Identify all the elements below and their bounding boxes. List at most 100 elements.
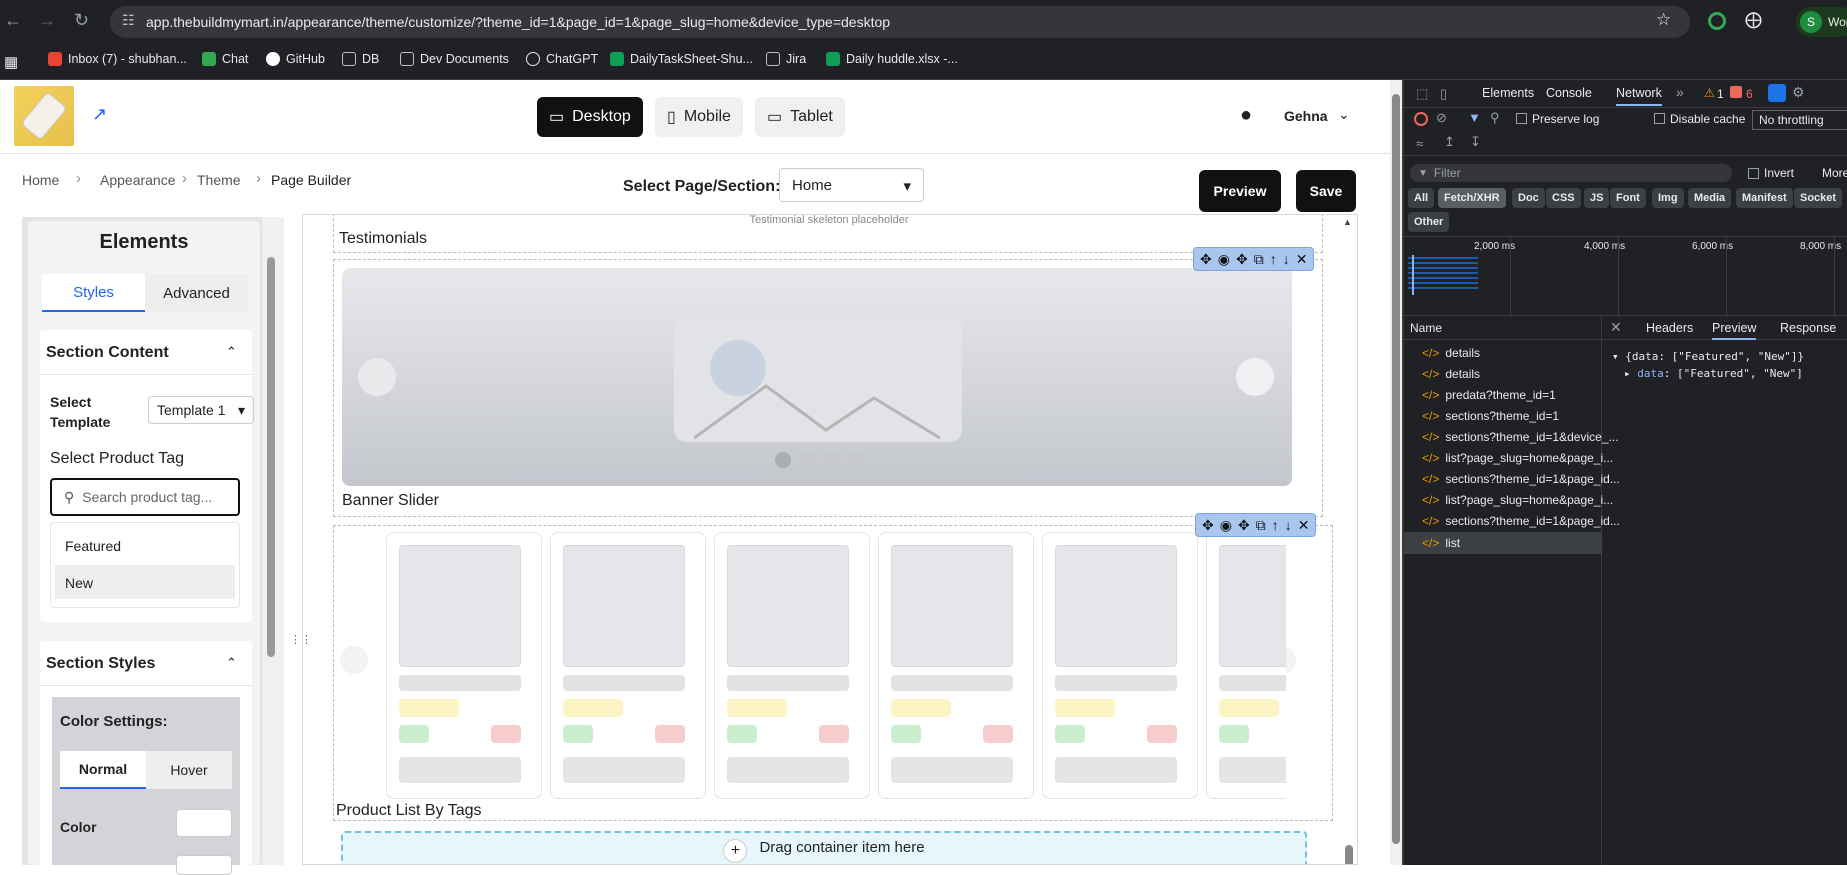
section-styles-heading[interactable]: Section Styles: [46, 655, 155, 673]
copy-icon[interactable]: ⧉: [1256, 517, 1266, 534]
save-button[interactable]: Save: [1296, 170, 1356, 212]
template-select[interactable]: Template 1 ▾: [148, 396, 254, 424]
drag-icon[interactable]: ✥: [1238, 517, 1250, 534]
filter-icon[interactable]: ▼: [1468, 110, 1481, 125]
user-name[interactable]: Gehna: [1284, 108, 1328, 124]
filter-css[interactable]: CSS: [1546, 188, 1581, 208]
network-filter-input[interactable]: ▼ Filter: [1410, 164, 1732, 182]
device-toolbar-icon[interactable]: ▯: [1440, 86, 1447, 102]
slider-dot[interactable]: [775, 452, 791, 468]
drop-zone[interactable]: + Drag container item here: [341, 831, 1307, 864]
request-row[interactable]: </> sections?theme_id=1: [1422, 409, 1559, 423]
search-icon[interactable]: ⚲: [1490, 110, 1500, 126]
network-timeline[interactable]: 2,000 ms 4,000 ms 6,000 ms 8,000 ms: [1404, 236, 1847, 317]
request-row[interactable]: </> details: [1422, 346, 1480, 360]
reload-icon[interactable]: ↻: [74, 10, 89, 31]
throttling-select[interactable]: No throttling: [1752, 110, 1847, 130]
preserve-log-checkbox[interactable]: [1516, 113, 1527, 124]
filter-fetch-xhr[interactable]: Fetch/XHR: [1438, 188, 1506, 208]
move-icon[interactable]: ✥: [1200, 251, 1212, 268]
tab-styles[interactable]: Styles: [42, 274, 145, 312]
eye-icon[interactable]: ◉: [1218, 251, 1230, 268]
request-row[interactable]: </> details: [1422, 367, 1480, 381]
back-icon[interactable]: ←: [4, 10, 22, 31]
user-icon[interactable]: ●: [1240, 104, 1252, 127]
tab-advanced[interactable]: Advanced: [145, 274, 248, 312]
import-har-icon[interactable]: ↥: [1444, 134, 1455, 150]
copy-icon[interactable]: ⧉: [1254, 251, 1264, 268]
json-preview-data[interactable]: ▸ data: ["Featured", "New"]: [1624, 367, 1803, 380]
bookmark-github[interactable]: GitHub: [266, 52, 325, 66]
preview-button[interactable]: Preview: [1199, 170, 1281, 212]
request-row[interactable]: </> predata?theme_id=1: [1422, 388, 1556, 402]
tag-option-featured[interactable]: Featured: [55, 530, 235, 560]
request-row-selected[interactable]: </> list: [1404, 532, 1602, 554]
warning-icon[interactable]: ⚠: [1704, 86, 1715, 100]
inspect-icon[interactable]: ⬚: [1416, 86, 1428, 102]
mobile-device-button[interactable]: ▯ Mobile: [655, 97, 743, 137]
forward-icon[interactable]: →: [38, 10, 56, 31]
bookmark-star-icon[interactable]: ☆: [1656, 10, 1671, 30]
filter-other[interactable]: Other: [1408, 212, 1450, 232]
store-logo[interactable]: [14, 86, 74, 146]
scrollbar-thumb[interactable]: [1345, 845, 1353, 864]
site-settings-icon[interactable]: ☷: [122, 12, 135, 29]
slider-dot[interactable]: [847, 452, 863, 468]
issues-icon[interactable]: [1768, 84, 1786, 102]
disable-cache-checkbox[interactable]: [1654, 113, 1665, 124]
bookmark-daily-huddle[interactable]: Daily huddle.xlsx -...: [826, 52, 958, 66]
plus-icon[interactable]: +: [723, 839, 748, 863]
list-prev-button[interactable]: [340, 646, 368, 674]
settings-gear-icon[interactable]: ⚙: [1792, 84, 1805, 101]
breadcrumb-theme[interactable]: Theme: [197, 172, 241, 188]
slider-dot[interactable]: [823, 452, 839, 468]
filter-media[interactable]: Media: [1688, 188, 1732, 208]
product-list-section[interactable]: Product List By Tags: [333, 525, 1333, 821]
move-icon[interactable]: ✥: [1202, 517, 1214, 534]
slider-dot[interactable]: [799, 452, 815, 468]
banner-slider-section[interactable]: Banner Slider: [333, 259, 1323, 517]
request-row[interactable]: </> list?page_slug=home&page_i...: [1422, 451, 1613, 465]
tab-normal[interactable]: Normal: [60, 751, 146, 789]
request-row[interactable]: </> list?page_slug=home&page_i...: [1422, 493, 1613, 507]
tablet-device-button[interactable]: ▭ Tablet: [755, 97, 845, 137]
panel-scrollbar[interactable]: [262, 217, 284, 865]
tag-option-new[interactable]: New: [55, 565, 235, 599]
external-link-icon[interactable]: ↗: [92, 104, 107, 125]
tab-network[interactable]: Network: [1616, 86, 1662, 106]
color-swatch[interactable]: [176, 855, 232, 875]
close-icon[interactable]: ✕: [1610, 319, 1622, 336]
export-har-icon[interactable]: ↧: [1470, 134, 1481, 150]
eye-icon[interactable]: ◉: [1220, 517, 1232, 534]
name-column-header[interactable]: Name: [1404, 316, 1602, 340]
chevron-down-icon[interactable]: ⌄: [1338, 106, 1350, 123]
arrow-down-icon[interactable]: ↓: [1283, 251, 1290, 267]
section-content-heading[interactable]: Section Content: [46, 344, 169, 362]
color-swatch[interactable]: [176, 809, 232, 837]
request-row[interactable]: </> sections?theme_id=1&device_...: [1422, 430, 1618, 444]
breadcrumb-appearance[interactable]: Appearance: [100, 172, 176, 188]
filter-socket[interactable]: Socket: [1794, 188, 1843, 208]
filter-all[interactable]: All: [1408, 188, 1435, 208]
scrollbar-thumb[interactable]: [1392, 94, 1400, 844]
apps-grid-icon[interactable]: ▦: [4, 53, 18, 71]
page-scrollbar[interactable]: [1390, 80, 1402, 865]
request-row[interactable]: </> sections?theme_id=1&page_id...: [1422, 514, 1620, 528]
address-bar[interactable]: app.thebuildmymart.in/appearance/theme/c…: [110, 6, 1690, 38]
record-icon[interactable]: [1414, 112, 1428, 126]
arrow-up-icon[interactable]: ↑: [1270, 251, 1277, 267]
bookmark-db[interactable]: DB: [342, 52, 379, 66]
tab-console[interactable]: Console: [1546, 86, 1592, 100]
scrollbar-thumb[interactable]: [267, 257, 275, 657]
wifi-icon[interactable]: ≈: [1416, 136, 1423, 151]
tab-headers[interactable]: Headers: [1646, 321, 1693, 335]
chevron-up-icon[interactable]: ⌃: [226, 344, 237, 360]
clear-icon[interactable]: ⊘: [1436, 110, 1447, 126]
drag-icon[interactable]: ✥: [1236, 251, 1248, 268]
close-icon[interactable]: ✕: [1296, 251, 1308, 268]
bookmark-chat[interactable]: Chat: [202, 52, 248, 66]
request-row[interactable]: </> sections?theme_id=1&page_id...: [1422, 472, 1620, 486]
arrow-down-icon[interactable]: ↓: [1285, 517, 1292, 533]
slider-next-button[interactable]: [1236, 358, 1274, 396]
invert-checkbox[interactable]: [1748, 168, 1759, 179]
